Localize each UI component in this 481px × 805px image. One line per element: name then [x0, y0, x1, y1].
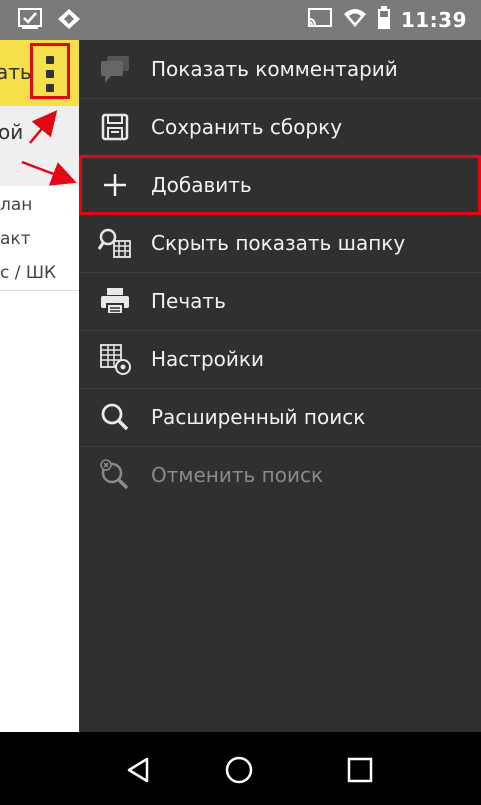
status-bar: 11:39 — [0, 0, 481, 40]
menu-item-label: Показать комментарий — [151, 57, 398, 81]
menu-item-show-comment[interactable]: Показать комментарий — [79, 40, 481, 98]
menu-item-label: Отменить поиск — [151, 463, 324, 487]
menu-item-label: Расширенный поиск — [151, 405, 366, 429]
app-toolbar: ать — [0, 40, 80, 106]
overflow-menu-button[interactable] — [30, 43, 70, 99]
save-icon — [97, 109, 133, 145]
more-vert-icon — [46, 56, 54, 98]
background-app: ать ой лан акт с / ШК — [0, 40, 80, 732]
printer-icon — [97, 283, 133, 319]
overflow-menu: Показать комментарий Сохранить сборку До… — [79, 40, 481, 732]
header-partial-text: ой — [0, 120, 24, 144]
menu-item-label: Печать — [151, 289, 226, 313]
menu-item-advanced-search[interactable]: Расширенный поиск — [79, 388, 481, 446]
menu-item-settings[interactable]: Настройки — [79, 330, 481, 388]
cast-icon — [307, 7, 333, 33]
app-list: лан акт с / ШК — [0, 188, 80, 291]
list-item: акт — [0, 229, 31, 249]
menu-item-label: Скрыть показать шапку — [151, 231, 406, 255]
divider — [0, 290, 80, 291]
list-item: лан — [0, 195, 33, 215]
app-header: ой — [0, 106, 80, 186]
battery-icon — [377, 6, 391, 34]
table-settings-icon — [97, 341, 133, 377]
toolbar-partial-button[interactable]: ать — [0, 60, 32, 84]
home-icon[interactable] — [219, 750, 259, 790]
checkbox-icon — [18, 8, 44, 34]
menu-item-add[interactable]: Добавить — [79, 155, 481, 215]
search-icon — [97, 399, 133, 435]
plus-icon — [97, 167, 133, 203]
clock: 11:39 — [400, 8, 467, 32]
menu-item-label: Настройки — [151, 347, 264, 371]
menu-item-print[interactable]: Печать — [79, 272, 481, 330]
back-icon[interactable] — [118, 750, 158, 790]
comment-icon — [97, 51, 133, 87]
menu-item-save-assembly[interactable]: Сохранить сборку — [79, 98, 481, 156]
search-table-icon — [97, 225, 133, 261]
navigation-bar — [0, 732, 481, 805]
diamond-icon — [56, 8, 82, 34]
screen: 11:39 ать ой лан акт с / ШК Показать ком… — [0, 0, 481, 805]
menu-item-label: Сохранить сборку — [151, 115, 343, 139]
menu-item-label: Добавить — [151, 173, 252, 197]
cancel-search-icon — [97, 457, 133, 493]
list-item: с / ШК — [0, 263, 57, 283]
menu-item-toggle-header[interactable]: Скрыть показать шапку — [79, 214, 481, 272]
recents-icon[interactable] — [340, 750, 380, 790]
wifi-icon — [343, 7, 367, 33]
menu-item-cancel-search[interactable]: Отменить поиск — [79, 446, 481, 504]
